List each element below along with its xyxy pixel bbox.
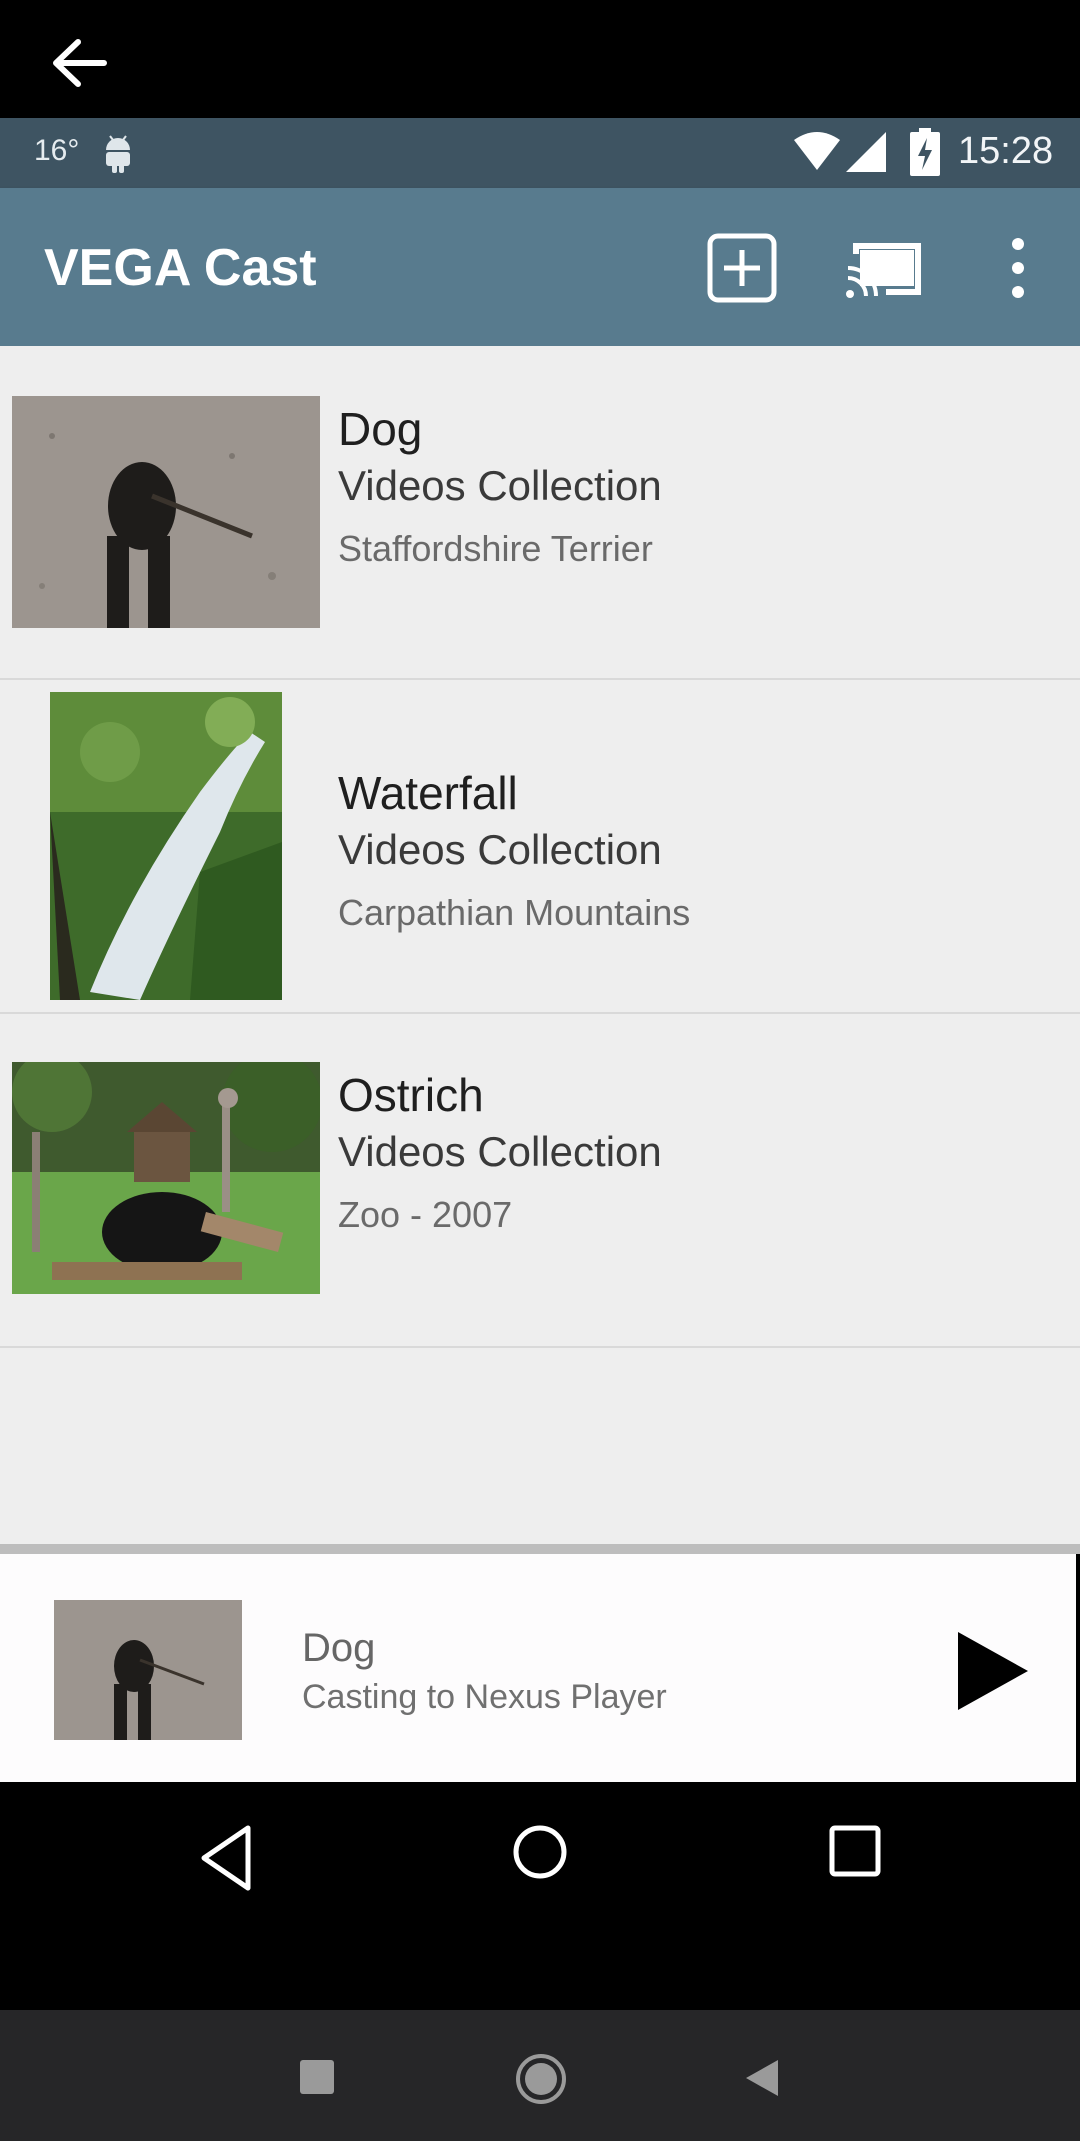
nav-home-icon[interactable]	[512, 1824, 568, 1880]
add-media-button[interactable]	[706, 232, 778, 304]
battery-charging-icon	[910, 128, 940, 176]
video-subtitle: Zoo - 2007	[338, 1194, 513, 1235]
list-item[interactable]: Dog Videos Collection Staffordshire Terr…	[0, 346, 1080, 680]
app-title: VEGA Cast	[44, 239, 317, 297]
android-icon	[106, 135, 130, 173]
app-bar: VEGA Cast	[0, 188, 1080, 346]
nav-recents-icon[interactable]	[828, 1824, 882, 1878]
emulator-back-icon[interactable]	[744, 2058, 780, 2098]
video-title: Ostrich	[338, 1069, 484, 1121]
video-list: Dog Videos Collection Staffordshire Terr…	[0, 346, 1080, 1546]
emulator-control-bar	[0, 2010, 1080, 2141]
nav-back-icon[interactable]	[198, 1824, 254, 1892]
mini-player-divider	[0, 1544, 1080, 1554]
mini-player-title: Dog	[302, 1626, 376, 1670]
video-title: Waterfall	[338, 767, 518, 819]
navigation-bar	[0, 1782, 1080, 2010]
video-subtitle: Staffordshire Terrier	[338, 528, 653, 569]
video-collection: Videos Collection	[338, 1128, 662, 1175]
wifi-icon	[794, 132, 840, 170]
back-arrow-icon[interactable]	[44, 28, 114, 98]
clock-text: 15:28	[958, 130, 1054, 172]
video-subtitle: Carpathian Mountains	[338, 892, 691, 933]
mini-player-thumbnail	[54, 1600, 242, 1740]
emulator-recents-icon[interactable]	[300, 2060, 334, 2094]
video-collection: Videos Collection	[338, 462, 662, 509]
dog-thumbnail	[12, 396, 320, 628]
signal-icon	[846, 132, 886, 172]
play-button[interactable]	[952, 1628, 1032, 1714]
status-bar: 16° 15:28	[0, 118, 1080, 188]
waterfall-thumbnail	[50, 692, 282, 1000]
top-bar	[0, 0, 1080, 118]
ostrich-thumbnail	[12, 1062, 320, 1294]
video-collection: Videos Collection	[338, 826, 662, 873]
list-item[interactable]: Ostrich Videos Collection Zoo - 2007	[0, 1014, 1080, 1348]
more-options-icon[interactable]	[998, 232, 1038, 304]
mini-player[interactable]: Dog Casting to Nexus Player	[0, 1554, 1076, 1782]
mini-player-subtitle: Casting to Nexus Player	[302, 1678, 667, 1716]
cast-icon[interactable]	[846, 240, 924, 298]
temperature-text: 16°	[34, 134, 80, 167]
list-item[interactable]: Waterfall Videos Collection Carpathian M…	[0, 680, 1080, 1014]
video-title: Dog	[338, 403, 423, 455]
emulator-home-icon[interactable]	[514, 2052, 568, 2106]
